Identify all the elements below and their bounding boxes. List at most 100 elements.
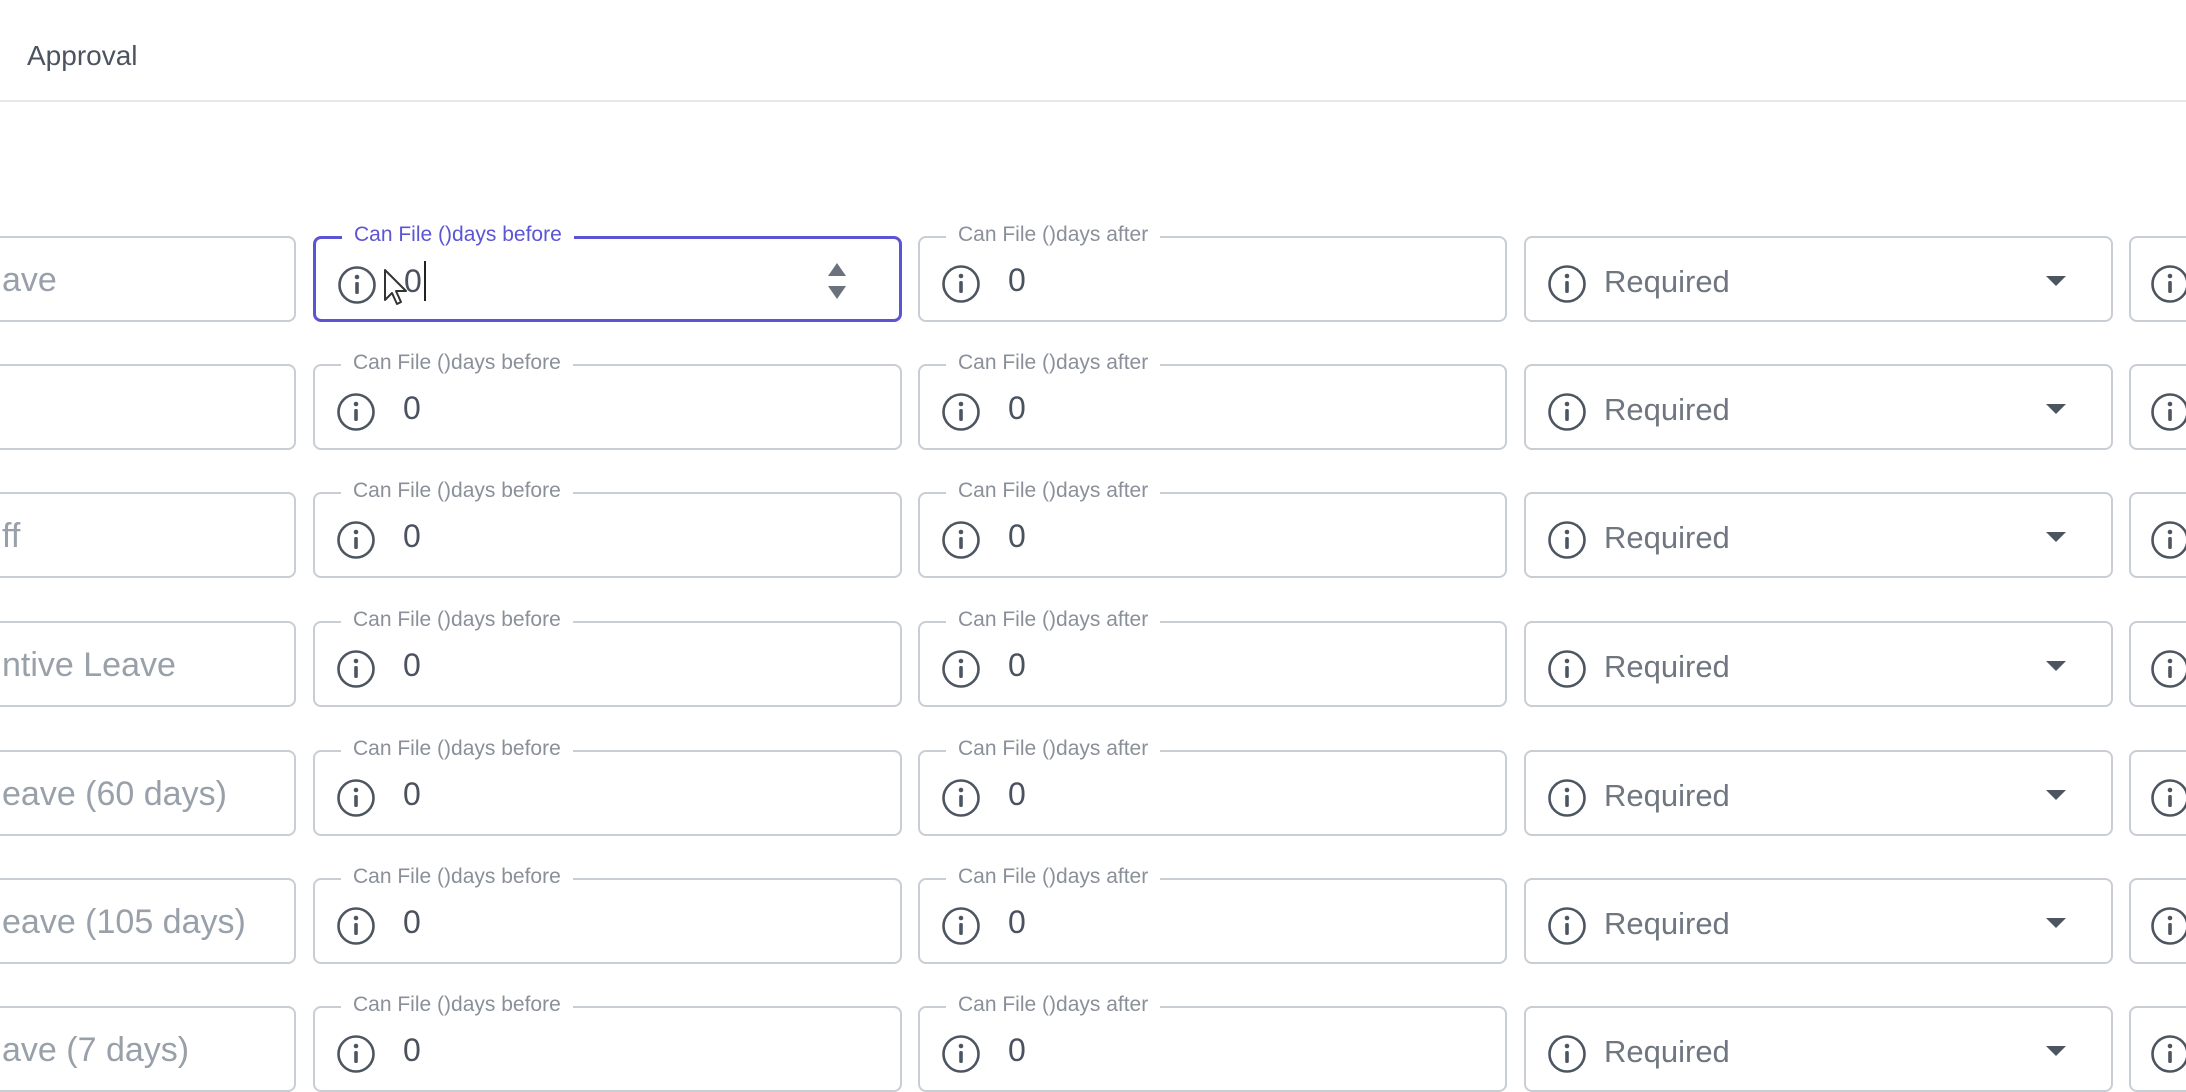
days-after-value: 0 <box>1008 260 1026 300</box>
chevron-down-icon[interactable] <box>2046 790 2066 800</box>
leave-type-name: ff <box>2 516 20 556</box>
approval-select[interactable]: Required <box>1524 878 2113 964</box>
info-icon[interactable] <box>1546 905 1588 947</box>
days-before-label: Can File ()days before <box>342 221 574 249</box>
days-after-label: Can File ()days after <box>946 349 1160 377</box>
leave-rule-row: Can File ()days before0Can File ()days a… <box>0 364 2186 450</box>
approval-select[interactable]: Required <box>1524 492 2113 578</box>
info-icon[interactable] <box>940 263 982 305</box>
leave-type-field[interactable]: ave (7 days) <box>0 1006 296 1092</box>
info-icon[interactable] <box>940 519 982 561</box>
info-icon[interactable] <box>1546 777 1588 819</box>
days-after-value: 0 <box>1008 388 1026 428</box>
next-field[interactable] <box>2129 236 2186 322</box>
days-after-label: Can File ()days after <box>946 477 1160 505</box>
info-icon[interactable] <box>1546 519 1588 561</box>
leave-type-name: ave <box>2 260 57 300</box>
chevron-down-icon[interactable] <box>2046 661 2066 671</box>
info-icon[interactable] <box>940 777 982 819</box>
leave-type-field[interactable]: ff <box>0 492 296 578</box>
leave-type-field[interactable]: eave (60 days) <box>0 750 296 836</box>
info-icon[interactable] <box>2149 263 2186 305</box>
days-before-label: Can File ()days before <box>341 606 573 634</box>
days-after-label: Can File ()days after <box>946 735 1160 763</box>
info-icon[interactable] <box>2149 648 2186 690</box>
chevron-down-icon[interactable] <box>2046 404 2066 414</box>
days-before-value: 0 <box>403 774 421 814</box>
info-icon[interactable] <box>1546 263 1588 305</box>
days-after-value: 0 <box>1008 902 1026 942</box>
days-before-input[interactable]: Can File ()days before0 <box>313 364 902 450</box>
next-field[interactable] <box>2129 364 2186 450</box>
days-before-input[interactable]: Can File ()days before0 <box>313 236 902 322</box>
days-after-label: Can File ()days after <box>946 606 1160 634</box>
approval-select-value: Required <box>1604 518 1730 558</box>
days-after-input[interactable]: Can File ()days after0 <box>918 750 1507 836</box>
approval-select-value: Required <box>1604 776 1730 816</box>
info-icon[interactable] <box>335 1033 377 1075</box>
leave-rule-row: ave Can File ()days before0Can File ()day… <box>0 236 2186 322</box>
days-after-input[interactable]: Can File ()days after0 <box>918 492 1507 578</box>
days-after-value: 0 <box>1008 645 1026 685</box>
leave-type-field[interactable] <box>0 364 296 450</box>
info-icon[interactable] <box>335 519 377 561</box>
info-icon[interactable] <box>2149 777 2186 819</box>
days-before-value: 0 <box>403 645 421 685</box>
info-icon[interactable] <box>940 1033 982 1075</box>
approval-select-value: Required <box>1604 390 1730 430</box>
info-icon[interactable] <box>1546 648 1588 690</box>
days-before-input[interactable]: Can File ()days before0 <box>313 492 902 578</box>
info-icon[interactable] <box>335 648 377 690</box>
info-icon[interactable] <box>940 648 982 690</box>
days-before-input[interactable]: Can File ()days before0 <box>313 750 902 836</box>
days-before-value: 0 <box>404 261 422 301</box>
days-after-input[interactable]: Can File ()days after0 <box>918 236 1507 322</box>
info-icon[interactable] <box>335 905 377 947</box>
next-field[interactable] <box>2129 621 2186 707</box>
days-before-input[interactable]: Can File ()days before0 <box>313 878 902 964</box>
days-after-input[interactable]: Can File ()days after0 <box>918 621 1507 707</box>
info-icon[interactable] <box>1546 1033 1588 1075</box>
info-icon[interactable] <box>335 391 377 433</box>
chevron-down-icon[interactable] <box>2046 1046 2066 1056</box>
info-icon[interactable] <box>940 391 982 433</box>
approval-select[interactable]: Required <box>1524 1006 2113 1092</box>
info-icon[interactable] <box>2149 519 2186 561</box>
info-icon[interactable] <box>335 777 377 819</box>
leave-type-field[interactable]: ave <box>0 236 296 322</box>
days-after-label: Can File ()days after <box>946 221 1160 249</box>
days-after-input[interactable]: Can File ()days after0 <box>918 1006 1507 1092</box>
days-before-label: Can File ()days before <box>341 863 573 891</box>
leave-rule-row: eave (105 days)Can File ()days before0Ca… <box>0 878 2186 964</box>
info-icon[interactable] <box>2149 1033 2186 1075</box>
leave-rule-row: ntive Leave Can File ()days before0Can Fi… <box>0 621 2186 707</box>
leave-rules-list: aveCan File ()days before0Can File ()day… <box>0 0 2186 1080</box>
days-after-label: Can File ()days after <box>946 863 1160 891</box>
chevron-down-icon[interactable] <box>2046 918 2066 928</box>
info-icon[interactable] <box>2149 391 2186 433</box>
next-field[interactable] <box>2129 492 2186 578</box>
days-before-input[interactable]: Can File ()days before0 <box>313 621 902 707</box>
days-after-input[interactable]: Can File ()days after0 <box>918 364 1507 450</box>
leave-type-field[interactable]: eave (105 days) <box>0 878 296 964</box>
approval-select[interactable]: Required <box>1524 750 2113 836</box>
next-field[interactable] <box>2129 878 2186 964</box>
next-field[interactable] <box>2129 750 2186 836</box>
number-spinner-icon[interactable] <box>825 259 849 303</box>
info-icon[interactable] <box>2149 905 2186 947</box>
leave-type-name: eave (60 days) <box>2 774 227 814</box>
leave-type-field[interactable]: ntive Leave <box>0 621 296 707</box>
days-after-value: 0 <box>1008 1030 1026 1070</box>
info-icon[interactable] <box>336 264 378 306</box>
days-before-input[interactable]: Can File ()days before0 <box>313 1006 902 1092</box>
approval-select[interactable]: Required <box>1524 621 2113 707</box>
leave-type-name: ntive Leave <box>2 645 176 685</box>
approval-select[interactable]: Required <box>1524 236 2113 322</box>
chevron-down-icon[interactable] <box>2046 276 2066 286</box>
chevron-down-icon[interactable] <box>2046 532 2066 542</box>
info-icon[interactable] <box>1546 391 1588 433</box>
approval-select[interactable]: Required <box>1524 364 2113 450</box>
days-after-input[interactable]: Can File ()days after0 <box>918 878 1507 964</box>
next-field[interactable] <box>2129 1006 2186 1092</box>
info-icon[interactable] <box>940 905 982 947</box>
